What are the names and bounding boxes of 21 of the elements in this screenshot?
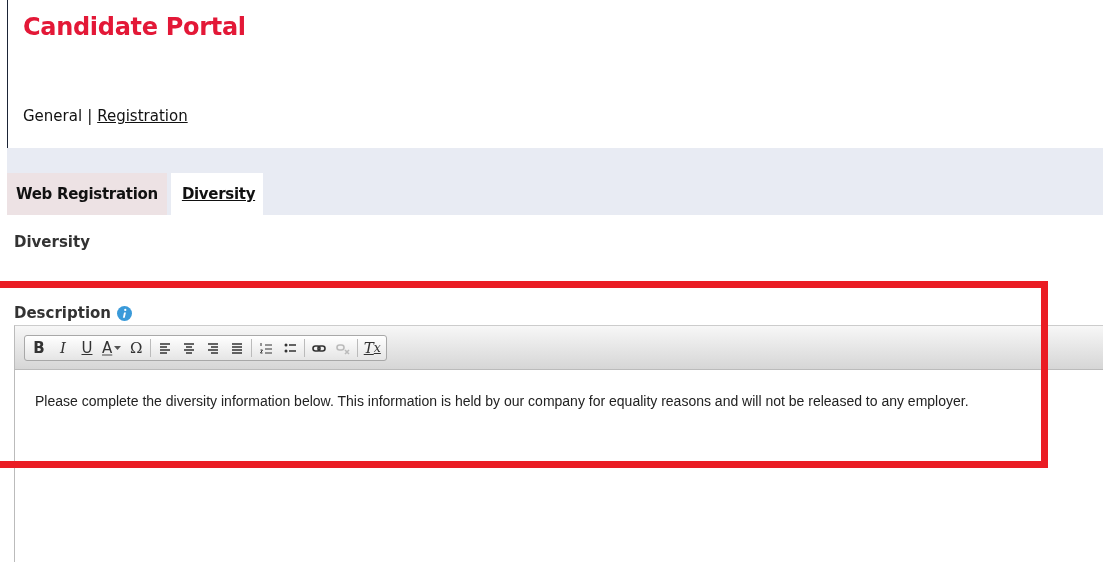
page-title: Candidate Portal <box>23 13 246 41</box>
field-label: Description <box>14 304 112 322</box>
info-icon[interactable] <box>117 305 133 321</box>
breadcrumb-link[interactable]: Registration <box>97 107 188 125</box>
justify-icon <box>230 340 245 355</box>
breadcrumb-text: General <box>23 107 83 125</box>
align-right-icon <box>206 340 221 355</box>
special-character-button[interactable]: Ω <box>124 336 149 359</box>
text-color-button[interactable]: A <box>99 336 125 359</box>
section-heading: Diversity <box>14 232 91 253</box>
numbered-list-icon <box>259 340 274 355</box>
bold-button[interactable]: B <box>27 336 51 359</box>
align-left-icon <box>158 340 173 355</box>
tab[interactable]: Diversity <box>170 173 264 215</box>
align-center-icon <box>182 340 197 355</box>
editor-text: Please complete the diversity information below. This information is held by our company for equality reasons and will not be released to any employer. <box>34 392 970 411</box>
caret-icon <box>114 345 122 350</box>
tab[interactable]: Web Registration <box>7 173 167 215</box>
breadcrumb-separator: | <box>87 107 93 125</box>
italic-button[interactable]: I <box>51 336 75 359</box>
underline-button[interactable]: U <box>75 336 99 359</box>
